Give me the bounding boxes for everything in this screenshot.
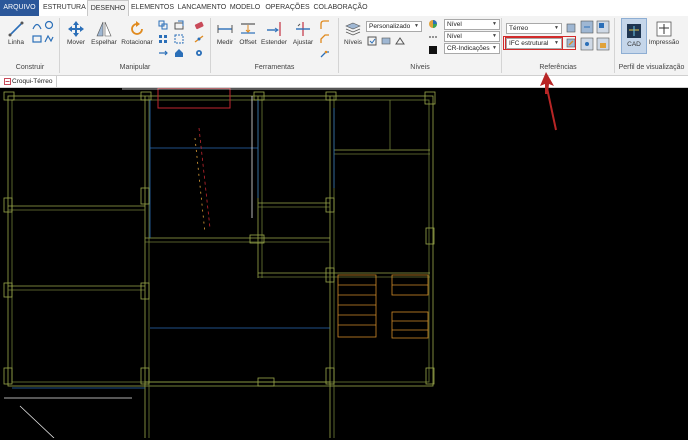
menu-desenho[interactable]: DESENHO — [87, 0, 129, 17]
cr-indicacoes-dropdown[interactable]: CR-Indicações ▼ — [444, 43, 500, 54]
ferramentas-group-label: Ferramentas — [254, 64, 295, 71]
chamfer-icon[interactable] — [320, 34, 330, 44]
move-icon — [68, 21, 84, 37]
doc-tab-croqui-terreo[interactable]: Croqui-Térreo — [2, 76, 58, 87]
cad-drawing-canvas[interactable] — [0, 72, 688, 439]
layers-icon — [345, 22, 361, 36]
medir-label: Medir — [216, 39, 234, 46]
linha-button[interactable]: Linha — [4, 20, 28, 46]
manipular-group-label: Manipular — [119, 64, 151, 71]
menu-elementos[interactable]: ELEMENTOS — [130, 0, 175, 16]
cr-indicacoes-value: CR-Indicações — [447, 45, 490, 52]
floor-plan-drawing — [3, 87, 557, 439]
terreo-value: Térreo — [509, 25, 529, 32]
menu-operacoes[interactable]: OPERAÇÕES — [265, 0, 310, 16]
join-icon[interactable] — [320, 48, 330, 58]
document-tabstrip: Croqui-Térreo — [0, 76, 688, 88]
mover-button[interactable]: Mover — [63, 20, 89, 46]
fillet-icon[interactable] — [320, 20, 330, 30]
drawing-file-icon — [4, 78, 11, 85]
offset-button[interactable]: Offset — [237, 20, 259, 46]
espelhar-button[interactable]: Espelhar — [89, 20, 119, 46]
rotacionar-button[interactable]: Rotacionar — [119, 20, 155, 46]
cad-button[interactable]: CAD — [621, 18, 647, 54]
perfil-group-label: Perfil de visualização — [618, 64, 685, 71]
rotate-icon — [131, 21, 143, 35]
linetype-icon[interactable] — [428, 32, 438, 42]
reference-visibility-icon[interactable] — [580, 37, 594, 51]
niveis-label: Níveis — [343, 39, 363, 46]
chevron-down-icon: ▼ — [554, 25, 559, 31]
highlight-box — [503, 36, 576, 50]
offset-icon — [241, 23, 255, 34]
nivel-dropdown-2[interactable]: Nível ▼ — [444, 31, 500, 42]
chevron-down-icon: ▼ — [492, 45, 497, 51]
menu-bar: ARQUIVO ESTRUTURA DESENHO ELEMENTOS LANC… — [0, 0, 688, 17]
layer-match-icon[interactable] — [395, 36, 405, 46]
ajustar-label: Ajustar — [292, 39, 314, 46]
niveis-button[interactable]: Níveis — [341, 20, 365, 46]
linha-label: Linha — [8, 39, 24, 46]
menu-estrutura[interactable]: ESTRUTURA — [43, 0, 86, 16]
niveis-group-label: Níveis — [410, 64, 430, 71]
reference-load-icon[interactable] — [580, 20, 594, 34]
rectangle-icon[interactable] — [32, 34, 42, 44]
reference-lock-icon[interactable] — [596, 37, 610, 51]
rotacionar-label: Rotacionar — [121, 39, 153, 46]
doc-tab-title: Croqui-Térreo — [12, 78, 53, 85]
medir-button[interactable]: Medir — [213, 20, 237, 46]
color-wheel-icon[interactable] — [428, 19, 438, 29]
reference-add-icon[interactable] — [566, 23, 576, 33]
chevron-down-icon: ▼ — [492, 33, 497, 39]
cad-label: CAD — [627, 41, 641, 48]
red-arrowhead-icon — [540, 72, 554, 94]
mirror-icon — [96, 21, 112, 37]
personalizado-dropdown[interactable]: Personalizado ▼ — [366, 21, 422, 32]
nivel-value-2: Nível — [447, 33, 462, 40]
terreo-dropdown[interactable]: Térreo ▼ — [506, 23, 562, 34]
array-icon[interactable] — [158, 34, 168, 44]
eraser-icon[interactable] — [194, 20, 204, 30]
print-profile-icon — [656, 21, 672, 37]
impressao-label: Impressão — [648, 39, 680, 46]
menu-colaboracao[interactable]: COLABORAÇÃO — [313, 0, 368, 16]
menu-arquivo[interactable]: ARQUIVO — [0, 0, 39, 16]
estender-label: Estender — [260, 39, 288, 46]
break-icon[interactable] — [194, 34, 204, 44]
offset-label: Offset — [239, 39, 257, 46]
estender-button[interactable]: Estender — [259, 20, 289, 46]
cad-profile-icon — [627, 24, 641, 38]
menu-lancamento[interactable]: LANCAMENTO — [177, 0, 227, 16]
line-icon — [8, 21, 24, 37]
layer-states-icon[interactable] — [381, 36, 391, 46]
lineweight-icon[interactable] — [428, 45, 438, 55]
annotation-arrow — [546, 87, 557, 131]
personalizado-value: Personalizado — [369, 23, 411, 30]
reference-manage-icon[interactable] — [596, 20, 610, 34]
chevron-down-icon: ▼ — [414, 23, 419, 29]
group-icon[interactable] — [174, 34, 184, 44]
measure-icon — [217, 25, 233, 33]
nivel-dropdown-1[interactable]: Nível ▼ — [444, 19, 500, 30]
menu-modelo[interactable]: MODELO — [229, 0, 261, 16]
circle-icon[interactable] — [44, 20, 54, 30]
copy-icon[interactable] — [158, 20, 168, 30]
chevron-down-icon: ▼ — [492, 21, 497, 27]
layer-props-icon[interactable] — [367, 36, 377, 46]
polyline-icon[interactable] — [44, 34, 54, 44]
ribbon: Linha Construir Mover Espelhar Rotaciona… — [0, 16, 688, 76]
scale-icon[interactable] — [174, 20, 184, 30]
trim-icon — [296, 22, 310, 36]
espelhar-label: Espelhar — [91, 39, 117, 46]
arc-icon[interactable] — [32, 20, 42, 30]
mover-label: Mover — [66, 39, 86, 46]
stretch-icon[interactable] — [158, 48, 168, 58]
gear-icon[interactable] — [194, 48, 204, 58]
ajustar-button[interactable]: Ajustar — [289, 20, 317, 46]
nivel-value-1: Nível — [447, 21, 462, 28]
house-icon[interactable] — [174, 48, 184, 58]
construir-group-label: Construir — [15, 64, 45, 71]
extend-icon — [267, 22, 281, 36]
impressao-button[interactable]: Impressão — [647, 20, 681, 46]
